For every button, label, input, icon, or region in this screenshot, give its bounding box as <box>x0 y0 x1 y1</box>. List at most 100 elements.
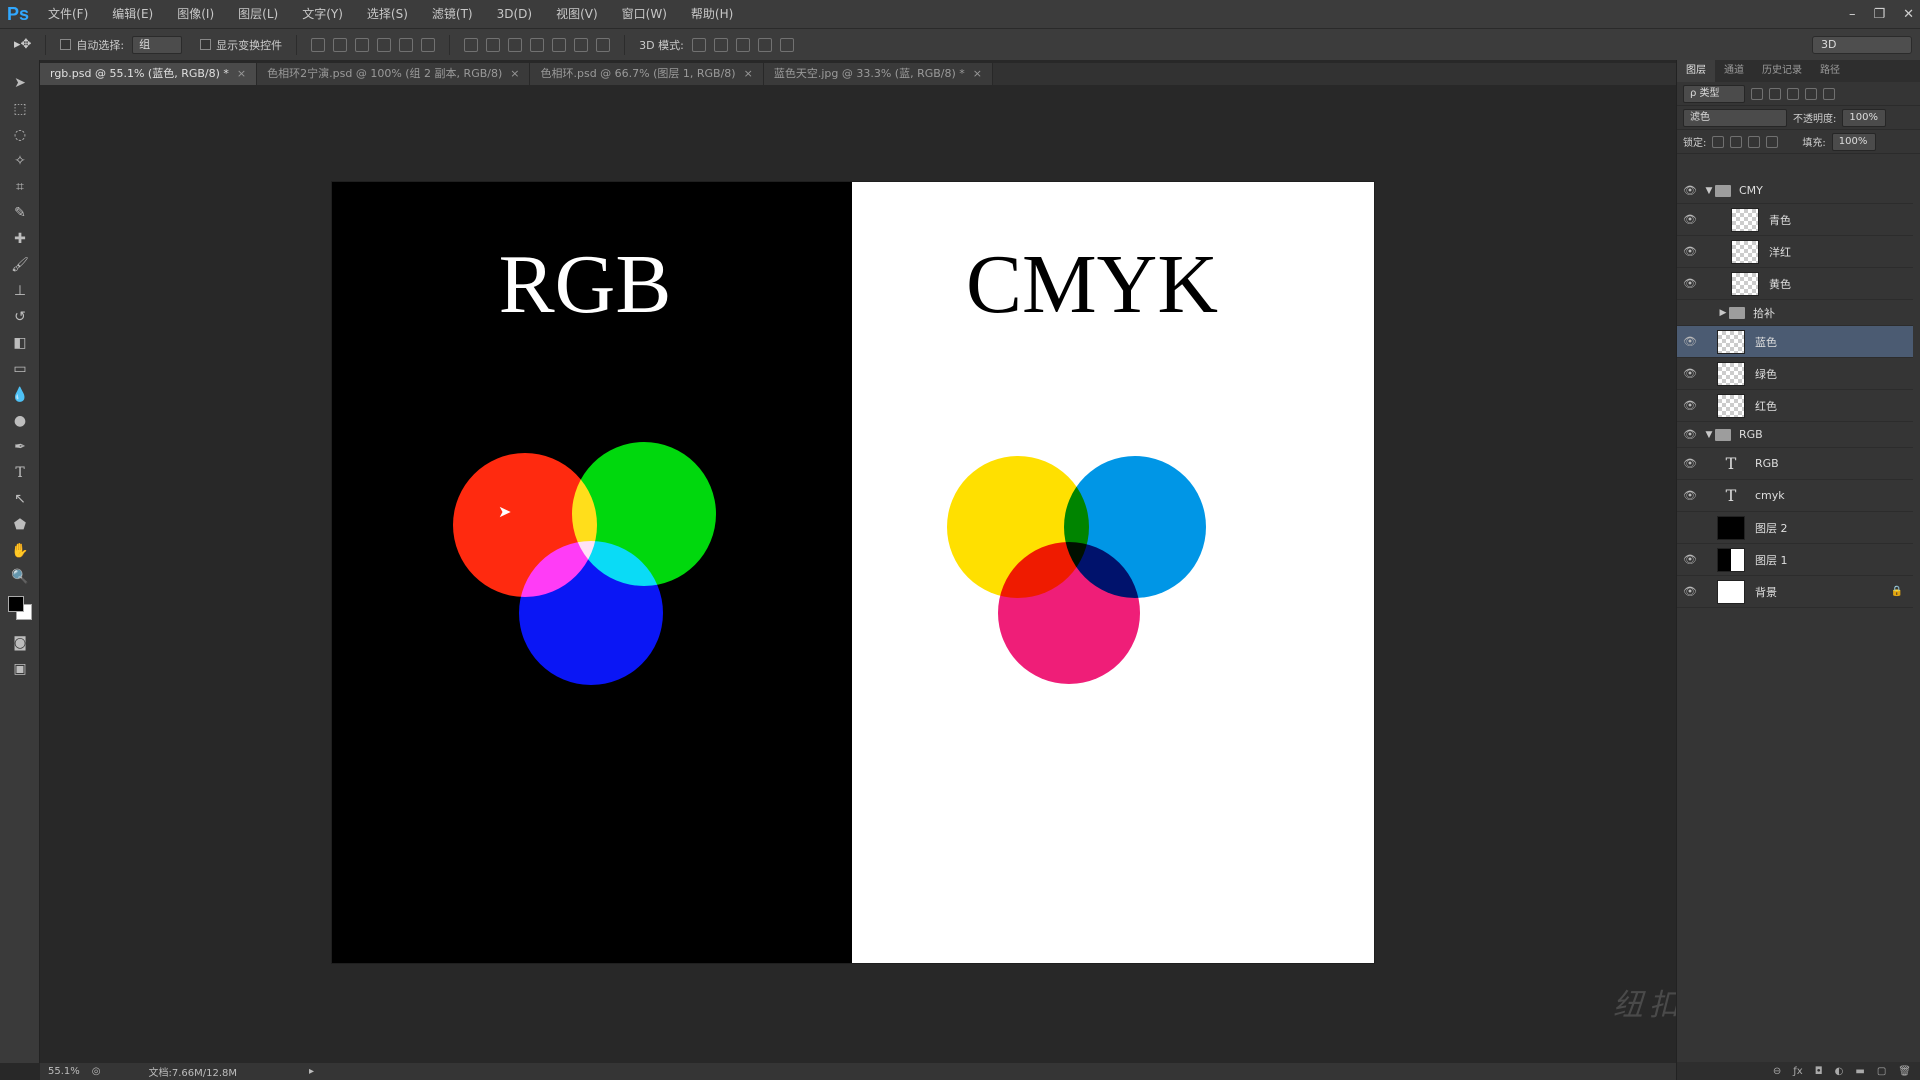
minimize-button[interactable]: – <box>1849 7 1856 22</box>
menu-item[interactable]: 视图(V) <box>544 0 610 28</box>
document-tab[interactable]: 色相环.psd @ 66.7% (图层 1, RGB/8) × <box>530 63 764 85</box>
visibility-eye-icon[interactable]: 👁 <box>1677 399 1703 412</box>
visibility-eye-icon[interactable]: 👁 <box>1677 521 1703 534</box>
3d-rotate-icon[interactable] <box>691 37 706 52</box>
shape-tool-icon[interactable]: ⬟ <box>0 512 40 538</box>
foreground-color-swatch[interactable] <box>8 596 24 612</box>
filter-adjustment-icon[interactable] <box>1769 87 1781 100</box>
distribute-vcenter-icon[interactable] <box>486 37 501 52</box>
panel-tab[interactable]: 图层 <box>1677 60 1715 82</box>
clone-stamp-tool-icon[interactable]: ⊥ <box>0 278 40 304</box>
close-button[interactable]: ✕ <box>1903 7 1914 22</box>
delete-layer-icon[interactable]: 🗑 <box>1898 1066 1911 1077</box>
marquee-tool-icon[interactable]: ⬚ <box>0 96 40 122</box>
lock-image-icon[interactable] <box>1730 135 1743 148</box>
menu-item[interactable]: 文字(Y) <box>290 0 355 28</box>
align-right-icon[interactable] <box>421 37 436 52</box>
layer-row[interactable]: 👁 Tcmyk <box>1677 480 1913 512</box>
3d-scale-icon[interactable] <box>779 37 794 52</box>
close-tab-icon[interactable]: × <box>973 67 982 80</box>
align-left-icon[interactable] <box>377 37 392 52</box>
filter-pixel-icon[interactable] <box>1751 87 1763 100</box>
adjustment-layer-icon[interactable]: ◐ <box>1835 1066 1844 1077</box>
lock-transparent-icon[interactable] <box>1712 135 1725 148</box>
document-canvas[interactable]: RGB CMYK <box>332 182 1374 963</box>
restore-button[interactable]: ❐ <box>1873 7 1885 22</box>
layer-row[interactable]: 👁 图层 2 <box>1677 512 1913 544</box>
3d-slide-icon[interactable] <box>757 37 772 52</box>
blend-mode-dropdown[interactable]: 滤色 <box>1683 108 1787 127</box>
close-tab-icon[interactable]: × <box>510 67 519 80</box>
history-brush-tool-icon[interactable]: ↺ <box>0 304 40 330</box>
dodge-tool-icon[interactable]: ● <box>0 408 40 434</box>
brush-tool-icon[interactable]: 🖌 <box>0 252 40 278</box>
screen-mode-icon[interactable]: ▣ <box>0 656 40 682</box>
menu-item[interactable]: 窗口(W) <box>610 0 679 28</box>
layer-group-row[interactable]: 👁 ▼ CMY <box>1677 178 1913 204</box>
layer-style-icon[interactable]: ƒx <box>1793 1066 1802 1077</box>
move-tool-icon[interactable]: ➤ <box>0 70 40 96</box>
show-transform-checkbox[interactable]: 显示变换控件 <box>200 37 282 53</box>
align-top-icon[interactable] <box>311 37 326 52</box>
layer-row[interactable]: 👁 红色 <box>1677 390 1913 422</box>
healing-brush-tool-icon[interactable]: ✚ <box>0 226 40 252</box>
lasso-tool-icon[interactable]: ◌ <box>0 122 40 148</box>
align-vcenter-icon[interactable] <box>333 37 348 52</box>
layer-kind-filter[interactable]: ρ 类型 <box>1683 84 1745 103</box>
expand-caret-icon[interactable]: ▶ <box>1717 308 1729 318</box>
hand-tool-icon[interactable]: ✋ <box>0 538 40 564</box>
share-icon[interactable]: ◎ <box>92 1066 101 1077</box>
auto-select-checkbox[interactable]: 自动选择: <box>60 37 124 53</box>
distribute-right-icon[interactable] <box>574 37 589 52</box>
crop-tool-icon[interactable]: ⌗ <box>0 174 40 200</box>
visibility-eye-icon[interactable]: 👁 <box>1677 457 1703 470</box>
opacity-field[interactable]: 100% <box>1842 108 1887 127</box>
canvas-workspace[interactable]: RGB CMYK ➤ <box>40 85 1676 1063</box>
distribute-top-icon[interactable] <box>464 37 479 52</box>
lock-position-icon[interactable] <box>1748 135 1761 148</box>
distribute-hcenter-icon[interactable] <box>552 37 567 52</box>
pen-tool-icon[interactable]: ✒ <box>0 434 40 460</box>
close-tab-icon[interactable]: × <box>237 67 246 80</box>
magic-wand-tool-icon[interactable]: ✧ <box>0 148 40 174</box>
eraser-tool-icon[interactable]: ◧ <box>0 330 40 356</box>
lock-all-icon[interactable] <box>1766 135 1779 148</box>
document-tab[interactable]: 蓝色天空.jpg @ 33.3% (蓝, RGB/8) * × <box>763 63 993 85</box>
quick-mask-icon[interactable]: ◙ <box>0 630 40 656</box>
3d-pan-icon[interactable] <box>735 37 750 52</box>
add-mask-icon[interactable]: ◘ <box>1815 1066 1823 1077</box>
gradient-tool-icon[interactable]: ▭ <box>0 356 40 382</box>
visibility-eye-icon[interactable]: 👁 <box>1677 213 1703 226</box>
menu-item[interactable]: 图层(L) <box>226 0 290 28</box>
filter-smart-object-icon[interactable] <box>1823 87 1835 100</box>
layer-group-row[interactable]: 👁 ▼ RGB <box>1677 422 1913 448</box>
visibility-eye-icon[interactable]: 👁 <box>1677 184 1703 197</box>
layer-row[interactable]: 👁 背景 🔒 <box>1677 576 1913 608</box>
panel-tab[interactable]: 通道 <box>1715 60 1753 82</box>
path-selection-tool-icon[interactable]: ↖ <box>0 486 40 512</box>
collapse-caret-icon[interactable]: ▼ <box>1703 186 1715 196</box>
status-menu-arrow-icon[interactable]: ▸ <box>309 1066 314 1077</box>
menu-item[interactable]: 选择(S) <box>355 0 420 28</box>
menu-item[interactable]: 3D(D) <box>485 0 544 28</box>
visibility-eye-icon[interactable]: 👁 <box>1677 335 1703 348</box>
distribute-left-icon[interactable] <box>530 37 545 52</box>
auto-select-dropdown[interactable]: 组 <box>132 35 183 54</box>
visibility-eye-icon[interactable]: 👁 <box>1677 553 1703 566</box>
move-tool-icon[interactable]: ▸✥ <box>14 37 31 52</box>
fill-field[interactable]: 100% <box>1831 132 1876 151</box>
blur-tool-icon[interactable]: 💧 <box>0 382 40 408</box>
panel-tab[interactable]: 历史记录 <box>1753 60 1811 82</box>
visibility-eye-icon[interactable]: 👁 <box>1677 428 1703 441</box>
layer-row[interactable]: 👁 黄色 <box>1677 268 1913 300</box>
layer-row[interactable]: 👁 图层 1 <box>1677 544 1913 576</box>
layer-group-row[interactable]: 👁 ▶ 拾补 <box>1677 300 1913 326</box>
align-hcenter-icon[interactable] <box>399 37 414 52</box>
type-tool-icon[interactable]: T <box>0 460 40 486</box>
visibility-eye-icon[interactable]: 👁 <box>1677 489 1703 502</box>
zoom-level[interactable]: 55.1% <box>48 1066 80 1077</box>
visibility-eye-icon[interactable]: 👁 <box>1677 277 1703 290</box>
menu-item[interactable]: 编辑(E) <box>100 0 165 28</box>
menu-item[interactable]: 文件(F) <box>36 0 100 28</box>
workspace-dropdown[interactable]: 3D <box>1812 36 1912 54</box>
